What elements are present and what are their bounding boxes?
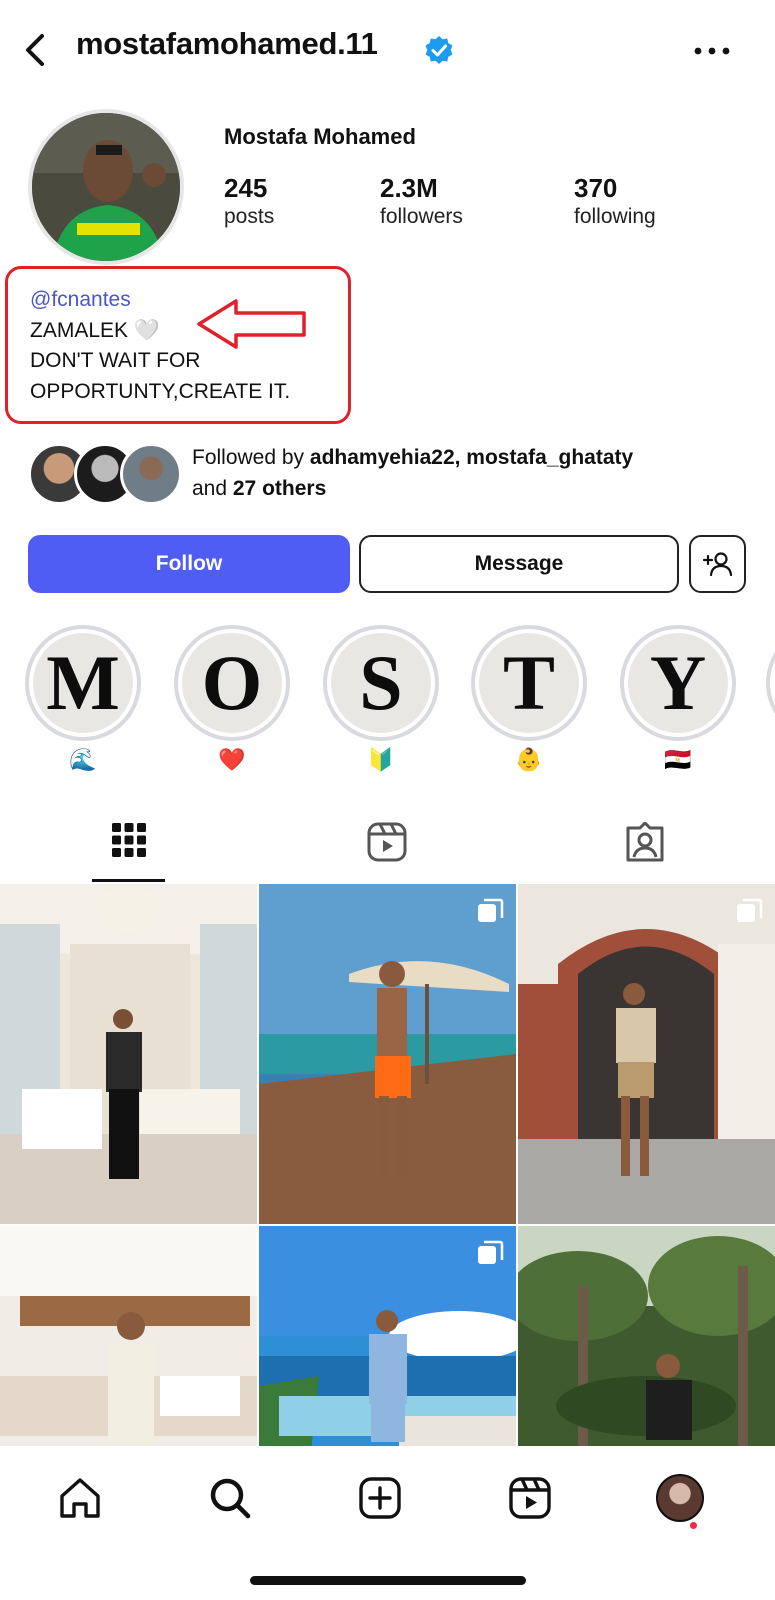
post-thumbnail[interactable] [518,884,775,1224]
followed-by-prefix: Followed by [192,446,310,469]
tab-tagged[interactable] [516,800,774,884]
post-thumbnail[interactable] [0,884,257,1224]
highlight-label: ❤️ [218,747,246,772]
followed-by-text[interactable]: Followed by adhamyehia22, mostafa_ghatat… [192,442,752,504]
multiple-photos-icon [478,898,504,922]
followed-by-others: 27 others [232,477,327,500]
story-highlight[interactable]: O ❤️ [174,625,290,775]
verified-badge-icon [425,36,453,64]
active-tab-indicator [92,879,165,882]
story-highlight[interactable]: M 🌊 [25,625,141,775]
profile-tabs [0,800,775,884]
stat-label: following [574,205,656,228]
story-highlight[interactable]: T 👶 [471,625,587,775]
home-indicator [250,1576,526,1585]
tab-posts[interactable] [0,800,258,884]
nav-reels[interactable] [502,1470,558,1526]
stat-value: 2.3M [380,173,438,203]
grid-icon [112,823,146,857]
posts-count[interactable]: 245 posts [224,173,274,231]
bio-line: DON'T WAIT FOR [30,349,201,372]
more-options-icon[interactable] [686,36,738,66]
message-button[interactable]: Message [359,535,679,593]
reels-icon [509,1477,551,1519]
profile-avatar[interactable] [32,113,180,261]
tagged-icon [626,822,664,862]
stat-value: 245 [224,173,268,203]
home-icon [60,1478,100,1518]
suggested-accounts-button[interactable] [689,535,746,593]
search-icon [210,1478,251,1519]
stat-value: 370 [574,173,618,203]
avatar [120,443,182,505]
multiple-photos-icon [737,898,763,922]
tab-reels[interactable] [258,800,516,884]
mutual-followers-avatars[interactable] [28,443,182,505]
full-name: Mostafa Mohamed [224,124,416,149]
nav-profile[interactable] [652,1470,708,1526]
annotation-arrow-icon [197,299,306,349]
reels-icon [367,822,407,862]
post-thumbnail[interactable] [259,884,516,1224]
highlight-cover: M [33,633,133,733]
profile-avatar [656,1474,704,1522]
story-highlight[interactable]: Y 🇪🇬 [620,625,736,775]
multiple-photos-icon [478,1240,504,1264]
stat-label: posts [224,205,275,228]
story-highlight-partial[interactable] [766,625,775,741]
bio-link[interactable]: @fcnantes [30,286,131,314]
highlight-cover: T [479,633,579,733]
bio-line: OPPORTUNTY,CREATE IT. [30,380,291,403]
nav-search[interactable] [202,1470,258,1526]
story-highlight[interactable]: S 🔰 [323,625,439,775]
add-person-icon [702,552,732,577]
top-bar: mostafamohamed.11 [0,0,775,100]
bio-line: ZAMALEK 🤍 [30,319,161,342]
highlight-label: 👶 [515,747,543,772]
nav-create[interactable] [352,1470,408,1526]
following-count[interactable]: 370 following [574,173,656,231]
highlight-cover: Y [628,633,728,733]
create-icon [359,1477,401,1519]
post-thumbnail[interactable] [0,1226,257,1446]
followed-by-names: adhamyehia22, mostafa_ghataty [309,446,634,469]
followed-by-and: and [192,477,233,500]
back-icon[interactable] [18,30,54,70]
profile-screen: mostafamohamed.11 Mostafa Mohamed 245 po… [0,0,775,1600]
posts-grid [0,884,775,1446]
post-thumbnail[interactable] [518,1226,775,1446]
nav-home[interactable] [52,1470,108,1526]
highlight-label: 🌊 [69,747,97,772]
highlight-label: 🇪🇬 [664,747,692,772]
highlight-label: 🔰 [367,747,395,772]
highlight-cover: O [182,633,282,733]
followers-count[interactable]: 2.3M followers [380,173,463,231]
post-thumbnail[interactable] [259,1226,516,1446]
highlight-cover: S [331,633,431,733]
stat-label: followers [380,205,463,228]
username: mostafamohamed.11 [76,26,378,61]
follow-button[interactable]: Follow [28,535,350,593]
notification-dot [690,1522,697,1529]
